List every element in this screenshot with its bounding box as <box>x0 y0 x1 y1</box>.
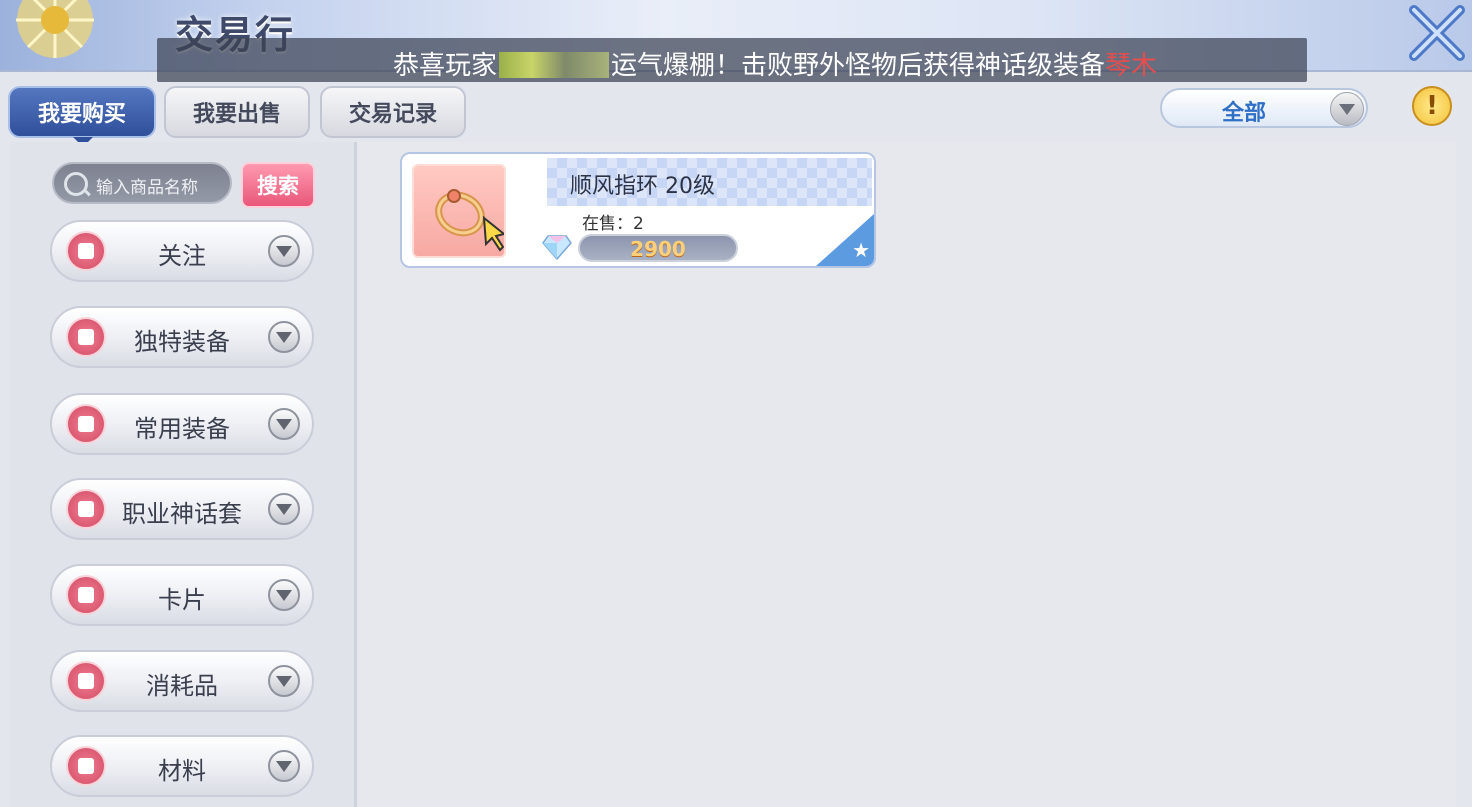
chevron-down-icon[interactable] <box>268 750 300 782</box>
item-thumbnail <box>412 164 507 258</box>
category-label: 卡片 <box>158 586 206 614</box>
armor-icon <box>66 317 106 357</box>
chevron-down-icon[interactable] <box>268 579 300 611</box>
tab-sell[interactable]: 我要出售 <box>164 86 310 138</box>
announcement-marquee: 恭喜玩家 运气爆棚！击败野外怪物后获得神话级装备琴木 <box>157 38 1307 82</box>
filter-selected-value: 全部 <box>1222 101 1267 126</box>
category-label: 独特装备 <box>134 328 230 356</box>
category-common-equipment[interactable]: 常用装备 <box>50 393 314 455</box>
search-input[interactable]: 输入商品名称 <box>52 162 232 204</box>
armor-icon <box>66 404 106 444</box>
category-cards[interactable]: 卡片 <box>50 564 314 626</box>
chevron-down-icon[interactable] <box>268 493 300 525</box>
close-icon[interactable] <box>1408 4 1466 62</box>
tab-trade-records[interactable]: 交易记录 <box>320 86 466 138</box>
item-on-sale-count: 在售：2 <box>582 214 644 234</box>
category-label: 职业神话套 <box>122 500 242 528</box>
category-label: 材料 <box>158 757 206 785</box>
category-unique-equipment[interactable]: 独特装备 <box>50 306 314 368</box>
item-price: 2900 <box>630 237 686 261</box>
armor-icon <box>66 489 106 529</box>
category-consumables[interactable]: 消耗品 <box>50 650 314 712</box>
info-icon[interactable]: ! <box>1412 86 1452 126</box>
chevron-down-icon[interactable] <box>268 408 300 440</box>
category-label: 常用装备 <box>134 415 230 443</box>
chevron-down-icon[interactable] <box>268 235 300 267</box>
price-pill: 2900 <box>578 234 738 262</box>
diamond-currency-icon <box>542 235 572 260</box>
category-label: 消耗品 <box>146 672 218 700</box>
star-icon <box>66 231 106 271</box>
item-name: 顺风指环 20级 <box>570 174 715 199</box>
material-icon <box>66 746 106 786</box>
chevron-down-icon <box>1330 92 1364 126</box>
player-name-redacted <box>499 52 610 78</box>
search-placeholder: 输入商品名称 <box>96 178 198 198</box>
search-button[interactable]: 搜索 <box>241 162 315 208</box>
chevron-down-icon[interactable] <box>268 665 300 697</box>
category-label: 关注 <box>158 242 206 270</box>
card-icon <box>66 575 106 615</box>
tab-buy[interactable]: 我要购买 <box>8 86 156 138</box>
star-icon[interactable]: ★ <box>852 238 870 262</box>
announcement-item-name: 琴木 <box>1105 51 1158 81</box>
category-follow[interactable]: 关注 <box>50 220 314 282</box>
category-class-mythic-set[interactable]: 职业神话套 <box>50 478 314 540</box>
ring-icon <box>435 189 507 252</box>
potion-icon <box>66 661 106 701</box>
announcement-prefix: 恭喜玩家 <box>393 51 498 81</box>
listing-card[interactable]: 顺风指环 20级 在售：2 2900 ★ <box>400 152 876 268</box>
announcement-body: 运气爆棚！击败野外怪物后获得神话级装备 <box>611 51 1106 81</box>
category-materials[interactable]: 材料 <box>50 735 314 797</box>
sun-emblem-icon <box>16 0 94 58</box>
category-filter-dropdown[interactable]: 全部 <box>1160 88 1368 128</box>
announcement-text: 恭喜玩家 运气爆棚！击败野外怪物后获得神话级装备琴木 <box>393 45 1157 82</box>
search-icon <box>64 172 88 196</box>
chevron-down-icon[interactable] <box>268 321 300 353</box>
